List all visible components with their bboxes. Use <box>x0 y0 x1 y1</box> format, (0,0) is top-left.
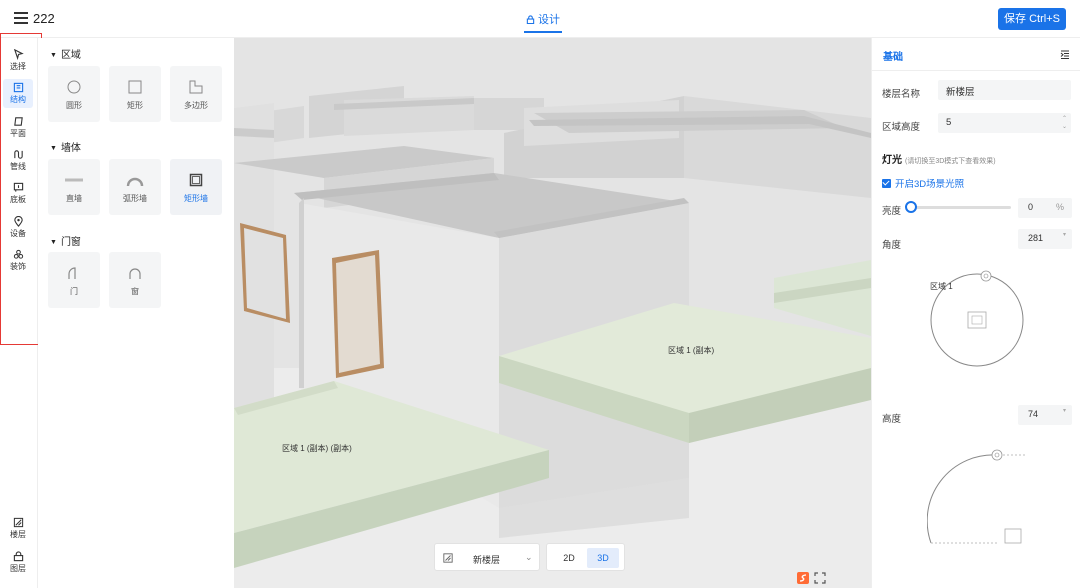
item-rectangle[interactable]: 矩形 <box>109 66 161 122</box>
tab-design-label: 设计 <box>538 14 560 26</box>
toolbar-highlight-frame <box>0 33 42 345</box>
brightness-slider-thumb[interactable] <box>905 201 917 213</box>
rect-wall-icon <box>189 173 203 187</box>
elevation-input[interactable]: 74 ▾ <box>1018 405 1072 425</box>
tab-basic[interactable]: 基础 <box>883 48 903 63</box>
component-palette: ▼ 区域 圆形 矩形 多边形 ▼ 墙体 直墙 弧形墙 矩形墙 ▼ 门窗 门 窗 <box>38 38 234 588</box>
light-section-title: 灯光 (请切换至3D模式下查看效果) <box>882 155 996 166</box>
area-height-stepper[interactable]: 5 ⌃ ⌄ <box>938 113 1071 133</box>
floor-name-value: 新楼层 <box>946 87 975 98</box>
checkbox-checked-icon[interactable] <box>882 179 891 188</box>
straight-wall-icon <box>65 178 83 182</box>
project-name: 222 <box>33 11 55 26</box>
area-height-value: 5 <box>946 117 952 128</box>
3d-scene <box>234 38 871 588</box>
angle-label: 角度 <box>882 240 902 251</box>
item-straight-wall[interactable]: 直墙 <box>48 159 100 215</box>
window-icon <box>129 268 141 279</box>
view-mode-switch: 2D 3D <box>546 543 625 571</box>
brightness-unit: % <box>1055 202 1064 212</box>
enable-light-label: 开启3D场景光照 <box>895 179 965 190</box>
elevation-arc[interactable] <box>927 443 1037 548</box>
light-hint: (请切换至3D模式下查看效果) <box>905 158 996 165</box>
item-window[interactable]: 窗 <box>109 252 161 308</box>
section-door-window-title[interactable]: ▼ 门窗 <box>50 233 81 248</box>
mode-3d-button[interactable]: 3D <box>587 548 619 568</box>
save-button[interactable]: 保存 Ctrl+S <box>998 8 1066 30</box>
rectangle-icon <box>128 80 142 94</box>
compass-area-label: 区域 1 <box>930 282 953 291</box>
item-circle[interactable]: 圆形 <box>48 66 100 122</box>
logo-badge-icon <box>797 572 809 584</box>
floor-name-label: 楼层名称 <box>882 89 921 100</box>
floor-icon <box>443 553 453 563</box>
angle-value: 281 <box>1028 233 1044 243</box>
arc-wall-icon <box>126 177 144 187</box>
section-wall-title[interactable]: ▼ 墙体 <box>50 139 81 154</box>
brightness-label: 亮度 <box>882 206 902 217</box>
floor-icon <box>13 517 23 528</box>
enable-light-checkbox[interactable]: 开启3D场景光照 <box>882 176 964 190</box>
floor-name-input[interactable]: 新楼层 <box>938 80 1071 100</box>
tool-layer-label: 图层 <box>10 564 26 573</box>
elevation-value: 74 <box>1028 409 1039 419</box>
elevation-label: 高度 <box>882 414 902 425</box>
floor-select-value: 新楼层 <box>473 555 501 565</box>
item-arc-wall[interactable]: 弧形墙 <box>109 159 161 215</box>
menu-icon[interactable] <box>14 12 28 24</box>
stepper-arrows-icon[interactable]: ⌃ ⌄ <box>1062 115 1067 131</box>
tool-layer[interactable]: 图层 <box>3 548 33 577</box>
angle-compass[interactable] <box>912 263 1042 373</box>
brightness-value: 0 <box>1028 202 1034 212</box>
brightness-slider-track[interactable] <box>908 206 1011 209</box>
top-bar: 222 设计 保存 Ctrl+S <box>0 0 1080 38</box>
properties-panel: 基础 楼层名称 新楼层 区域高度 5 ⌃ ⌄ 灯光 (请切换至3D模式下查看效果) 开… <box>871 38 1080 588</box>
floor-select[interactable]: 新楼层 ⌄ <box>434 543 540 571</box>
layer-icon <box>13 551 23 562</box>
fullscreen-icon[interactable] <box>814 572 826 584</box>
area-label-copy[interactable]: 区域 1 (副本) <box>668 345 714 356</box>
item-polygon[interactable]: 多边形 <box>170 66 222 122</box>
panel-divider <box>872 70 1080 71</box>
tool-floor-label: 楼层 <box>10 530 26 539</box>
mode-2d-button[interactable]: 2D <box>553 548 585 568</box>
lock-icon <box>526 15 535 25</box>
tool-floor[interactable]: 楼层 <box>3 514 33 543</box>
item-rect-wall[interactable]: 矩形墙 <box>170 159 222 215</box>
3d-viewport[interactable]: 区域 1 (副本) 区域 1 (副本) (副本) 新楼层 ⌄ 2D 3D <box>234 38 871 588</box>
door-icon <box>68 267 76 279</box>
brightness-input[interactable]: 0% <box>1018 198 1072 218</box>
tab-design[interactable]: 设计 <box>524 11 562 33</box>
angle-input[interactable]: 281 ▾ <box>1018 229 1072 249</box>
chevron-down-icon: ⌄ <box>525 552 533 562</box>
circle-icon <box>67 80 81 94</box>
item-door[interactable]: 门 <box>48 252 100 308</box>
area-label-copy-copy[interactable]: 区域 1 (副本) (副本) <box>282 443 352 454</box>
polygon-icon <box>189 80 203 94</box>
collapse-panel-icon[interactable] <box>1060 50 1070 60</box>
section-area-title[interactable]: ▼ 区域 <box>50 46 81 61</box>
area-height-label: 区域高度 <box>882 122 921 133</box>
